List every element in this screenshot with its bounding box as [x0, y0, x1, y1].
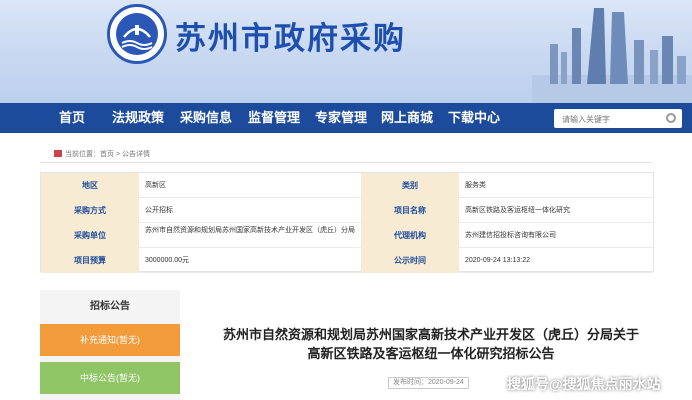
site-emblem-icon: [107, 4, 167, 64]
value-region: 高新区: [139, 173, 361, 198]
value-publish-time: 2020-09-24 13:13:22: [459, 248, 653, 273]
search-input[interactable]: [554, 110, 654, 129]
nav-item-home[interactable]: 首页: [48, 103, 96, 133]
nav-item-mall[interactable]: 网上商城: [377, 103, 437, 133]
nav-item-expert[interactable]: 专家管理: [311, 103, 371, 133]
value-purchaser: 苏州市自然资源和规划局苏州国家高新技术产业开发区（虎丘）分局: [139, 223, 361, 248]
value-category: 服务类: [459, 173, 653, 198]
label-publish-time: 公示时间: [361, 248, 459, 273]
article-title-line1: 苏州市自然资源和规划局苏州国家高新技术产业开发区（虎丘）分局关于: [222, 327, 639, 342]
award-notice-button[interactable]: 中标公告(暂无): [40, 362, 180, 394]
page: 苏州市政府采购 首页 法规政策 采购信息 监督管理 专家管理 网上商城 下载中心…: [0, 0, 692, 400]
label-budget: 项目预算: [41, 248, 139, 273]
value-method: 公开招标: [139, 198, 361, 223]
value-project-name: 高新区铁路及客运枢纽一体化研究: [459, 198, 653, 223]
site-title: 苏州市政府采购: [175, 21, 406, 56]
label-purchaser: 采购单位: [41, 223, 139, 248]
table-row: 地区 高新区 类别 服务类: [41, 173, 653, 198]
header-banner: 苏州市政府采购: [0, 0, 692, 103]
watermark: 搜狐号@搜狐焦点丽水站: [507, 376, 661, 392]
home-icon: [54, 150, 62, 157]
label-region: 地区: [41, 173, 139, 198]
nav-item-procurement-info[interactable]: 采购信息: [176, 103, 236, 133]
project-info-table: 地区 高新区 类别 服务类 采购方式 公开招标 项目名称 高新区铁路及客运枢纽一…: [40, 172, 654, 273]
city-skyline-image: [532, 8, 692, 103]
label-project-name: 项目名称: [361, 198, 459, 223]
value-budget: 3000000.00元: [139, 248, 361, 273]
table-row: 项目预算 3000000.00元 公示时间 2020-09-24 13:13:2…: [41, 248, 653, 273]
table-row: 采购单位 苏州市自然资源和规划局苏州国家高新技术产业开发区（虎丘）分局 代理机构…: [41, 223, 653, 248]
sidebar-heading[interactable]: 招标公告: [40, 290, 180, 324]
label-category: 类别: [361, 173, 459, 198]
table-row: 采购方式 公开招标 项目名称 高新区铁路及客运枢纽一体化研究: [41, 198, 653, 223]
publish-time: 发布时间：2020-09-24: [388, 377, 469, 389]
divider: [40, 162, 652, 163]
search-box: [554, 109, 682, 129]
article-title: 苏州市自然资源和规划局苏州国家高新技术产业开发区（虎丘）分局关于 高新区铁路及客…: [196, 325, 666, 363]
announcement-sidebar: 招标公告 补充通知(暂无) 中标公告(暂无): [40, 290, 180, 400]
breadcrumb-path[interactable]: 首页 > 公告详情: [100, 151, 150, 158]
nav-item-policy[interactable]: 法规政策: [108, 103, 168, 133]
breadcrumb-label: 当前位置：: [65, 151, 100, 158]
main-nav: 首页 法规政策 采购信息 监督管理 专家管理 网上商城 下载中心: [0, 103, 692, 133]
search-icon[interactable]: [666, 113, 676, 123]
label-method: 采购方式: [41, 198, 139, 223]
nav-item-download[interactable]: 下载中心: [444, 103, 504, 133]
supplement-notice-button[interactable]: 补充通知(暂无): [40, 324, 180, 356]
breadcrumb: 当前位置：首页 > 公告详情: [54, 149, 150, 159]
article-title-line2: 高新区铁路及客运枢纽一体化研究招标公告: [307, 346, 555, 361]
value-agency: 苏州建信招投标咨询有限公司: [459, 223, 653, 248]
nav-item-supervision[interactable]: 监督管理: [244, 103, 304, 133]
label-agency: 代理机构: [361, 223, 459, 248]
